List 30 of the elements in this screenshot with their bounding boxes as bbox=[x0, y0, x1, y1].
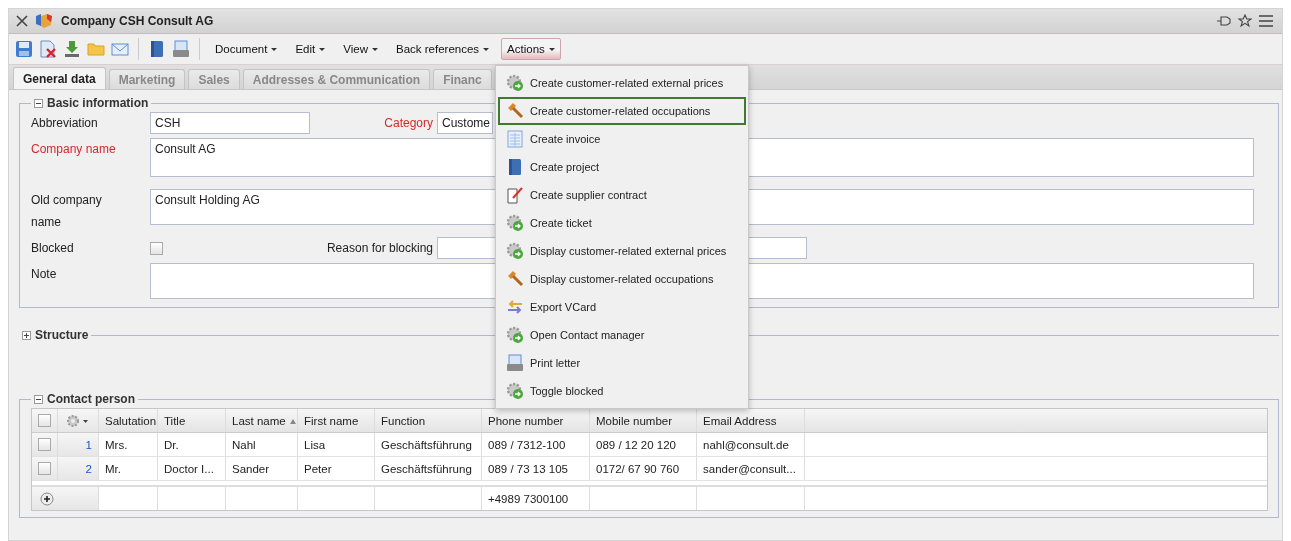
table-cell: Doctor I... bbox=[158, 457, 226, 480]
table-cell: Nahl bbox=[226, 433, 298, 456]
window-title: Company CSH Consult AG bbox=[61, 14, 214, 28]
table-cell: nahl@consult.de bbox=[697, 433, 805, 456]
section-title: Contact person bbox=[47, 392, 135, 406]
table-cell: 089 / 7312-100 bbox=[482, 433, 590, 456]
table-cell: Geschäftsführung bbox=[375, 457, 482, 480]
table-cell: 089 / 73 13 105 bbox=[482, 457, 590, 480]
table-cell: Geschäftsführung bbox=[375, 433, 482, 456]
table-cell: Sander bbox=[226, 457, 298, 480]
table-cell: sander@consult... bbox=[697, 457, 805, 480]
field-label: Category bbox=[383, 116, 434, 130]
field-label: Reason for blocking bbox=[325, 241, 434, 255]
table-cell: Lisa bbox=[298, 433, 375, 456]
section-title: Structure bbox=[35, 328, 89, 342]
field-label: Company name bbox=[31, 141, 117, 158]
table-cell: 0172/ 67 90 760 bbox=[590, 457, 697, 480]
field-label: Old company name bbox=[31, 192, 103, 231]
table-cell: +4989 7300100 bbox=[488, 492, 569, 505]
table-cell: Mrs. bbox=[99, 433, 158, 456]
table-cell: Peter bbox=[298, 457, 375, 480]
row-number: 2 bbox=[58, 457, 99, 480]
field-label: Abbreviation bbox=[31, 115, 99, 132]
field-label: Note bbox=[31, 266, 58, 283]
table-cell: Mr. bbox=[99, 457, 158, 480]
table-cell: Dr. bbox=[158, 433, 226, 456]
table-cell: 089 / 12 20 120 bbox=[590, 433, 697, 456]
field-label: Blocked bbox=[31, 240, 75, 257]
row-number: 1 bbox=[58, 433, 99, 456]
section-title: Basic information bbox=[47, 96, 149, 110]
